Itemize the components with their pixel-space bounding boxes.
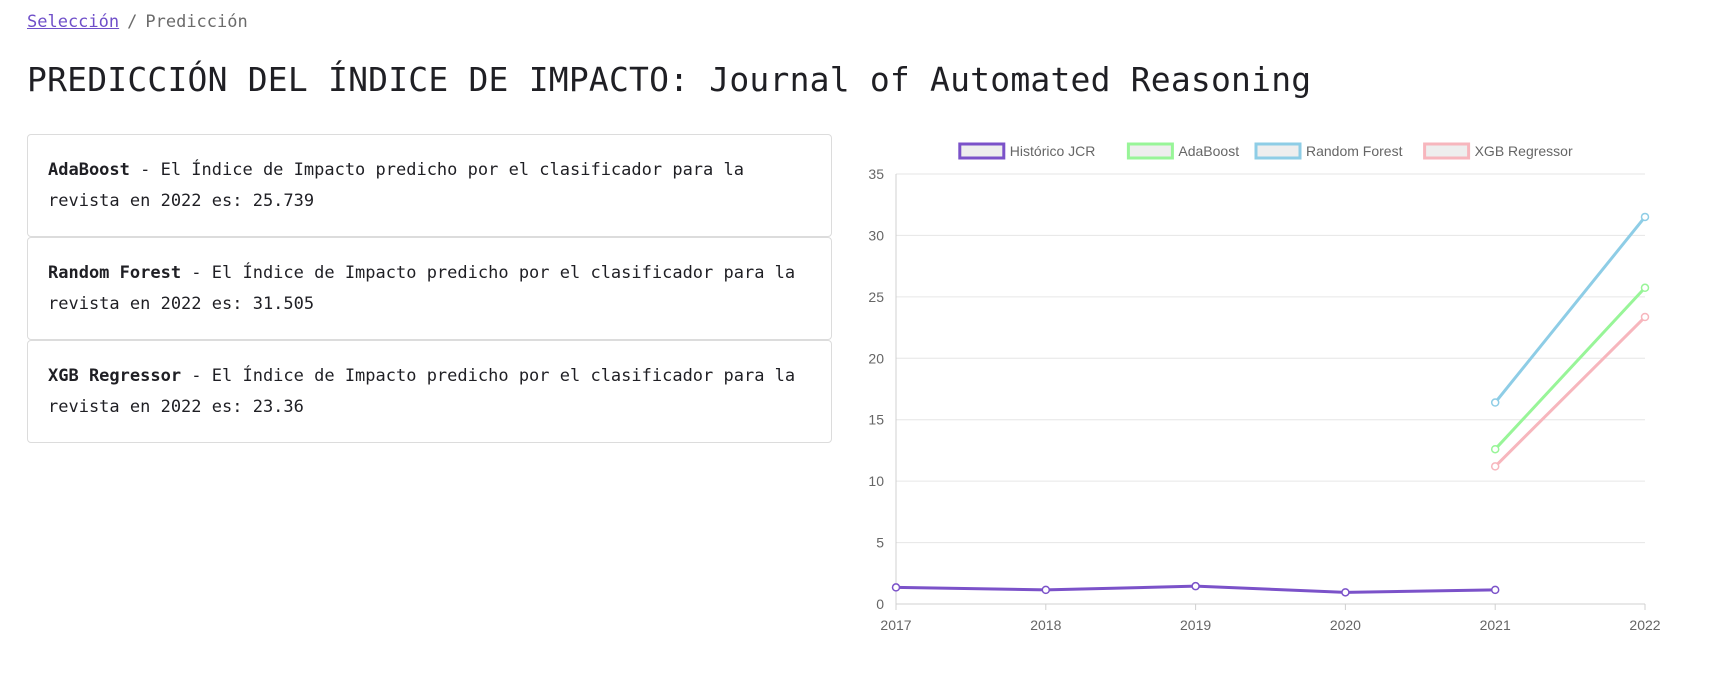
data-point <box>1490 462 1500 471</box>
y-tick-label: 20 <box>868 350 884 366</box>
data-point <box>1041 585 1051 595</box>
data-point <box>1490 585 1500 595</box>
data-point <box>1191 581 1200 591</box>
legend-swatch <box>1126 142 1174 160</box>
model-name: AdaBoost <box>48 160 130 180</box>
legend-label: AdaBoost <box>1178 143 1239 159</box>
series-line <box>1494 215 1647 404</box>
prediction-card-adaboost: AdaBoost - El Índice de Impacto predicho… <box>27 134 832 237</box>
model-name: Random Forest <box>48 263 182 283</box>
impact-index-chart: 0 5 10 15 20 25 30 35 2017 2018 2019 2020 2021 2022 Hi… <box>840 134 1680 654</box>
line-chart: 0 5 10 15 20 25 30 35 2017 2018 2019 2020 2021 2022 Hi… <box>868 142 1661 633</box>
y-tick-label: 5 <box>876 535 884 551</box>
legend-swatch <box>958 142 1006 160</box>
breadcrumb-separator: / <box>127 12 138 32</box>
data-point <box>1640 283 1650 293</box>
legend-label: XGB Regressor <box>1475 143 1573 159</box>
prediction-card-random-forest: Random Forest - El Índice de Impacto pre… <box>27 237 832 340</box>
legend-label: Random Forest <box>1306 143 1403 159</box>
prediction-text: - El Índice de Impacto predicho por el c… <box>48 160 744 211</box>
prediction-card-xgb-regressor: XGB Regressor - El Índice de Impacto pre… <box>27 340 832 443</box>
prediction-value: 31.505 <box>252 294 315 314</box>
series-line <box>1494 315 1647 468</box>
data-point <box>1490 398 1500 407</box>
y-tick-label: 35 <box>868 166 884 182</box>
breadcrumb-current: Predicción <box>145 12 248 32</box>
y-tick-label: 15 <box>868 412 884 428</box>
breadcrumb-link-seleccion[interactable]: Selección <box>27 12 119 32</box>
x-tick-label: 2019 <box>1180 617 1211 633</box>
x-tick-label: 2018 <box>1030 617 1061 633</box>
data-point <box>1640 212 1650 222</box>
page-title: PREDICCIÓN DEL ÍNDICE DE IMPACTO: Journa… <box>27 60 1312 99</box>
prediction-value: 25.739 <box>252 191 315 211</box>
y-tick-label: 30 <box>868 227 884 243</box>
x-tick-label: 2021 <box>1480 617 1511 633</box>
data-point <box>1341 588 1350 597</box>
y-tick-label: 0 <box>876 596 884 612</box>
data-point <box>1640 312 1650 322</box>
legend-label: Histórico JCR <box>1010 143 1096 159</box>
y-tick-label: 10 <box>868 473 884 489</box>
data-point <box>1490 444 1500 454</box>
x-tick-label: 2017 <box>880 617 911 633</box>
model-name: XGB Regressor <box>48 366 182 386</box>
x-tick-label: 2022 <box>1629 617 1660 633</box>
y-tick-label: 25 <box>868 289 884 305</box>
legend-swatch <box>1423 142 1471 160</box>
data-point <box>891 583 901 592</box>
breadcrumb: Selección / Predicción <box>27 12 248 32</box>
x-tick-label: 2020 <box>1330 617 1361 633</box>
legend-swatch <box>1254 142 1302 160</box>
prediction-cards: AdaBoost - El Índice de Impacto predicho… <box>27 134 832 443</box>
prediction-value: 23.36 <box>252 397 304 417</box>
